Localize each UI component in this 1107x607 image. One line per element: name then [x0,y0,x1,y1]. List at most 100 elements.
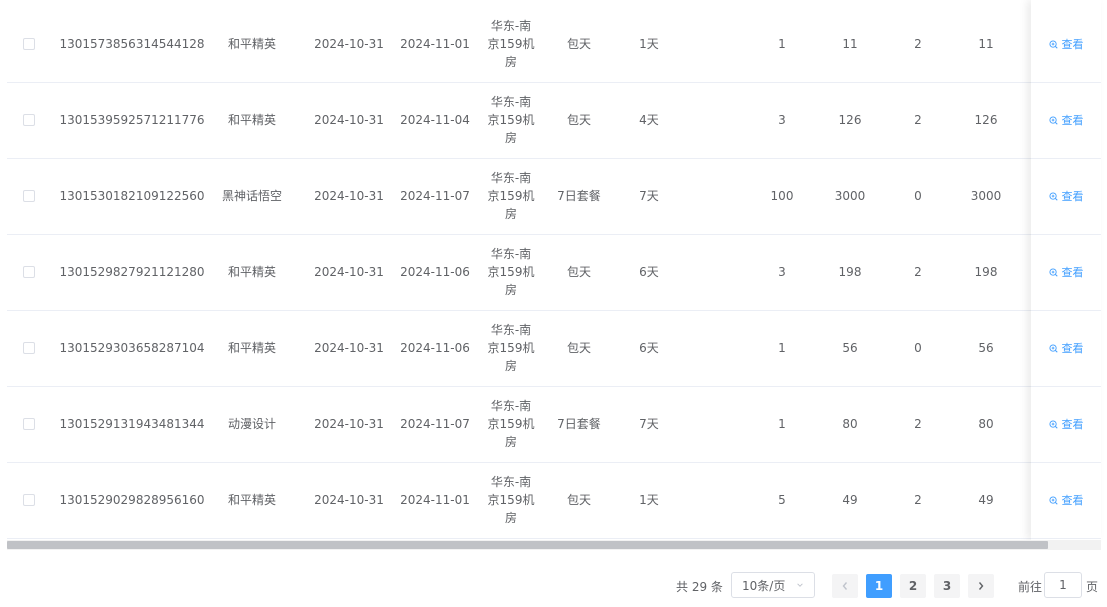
page-size-select[interactable]: 10条/页 [731,572,815,598]
zoom-in-icon [1048,343,1058,353]
page-button-1[interactable]: 1 [866,574,892,598]
row-checkbox[interactable] [23,114,35,126]
order-id-cell: 1301539592571211776 [59,113,205,127]
game-name-cell: 和平精英 [227,37,276,51]
room-text-line: 华东-南 [490,171,532,185]
package-cell: 包天 [566,113,591,127]
duration-cell: 6天 [639,341,659,355]
view-button[interactable]: 查看 [1048,112,1084,128]
discount-cell: 2 [914,37,922,51]
end-date-cell: 2024-11-01 [400,493,470,507]
row-checkbox-cell [19,234,39,310]
amount-cell: 56 [842,341,858,355]
game-name-cell: 动漫设计 [227,417,276,431]
end-date-cell: 2024-11-04 [400,113,470,127]
start-date-cell: 2024-10-31 [314,265,384,279]
view-button[interactable]: 查看 [1048,492,1084,508]
next-page-button[interactable] [968,574,994,598]
game-name-cell: 和平精英 [227,493,276,507]
view-button-label: 查看 [1061,114,1084,127]
zoom-in-icon [1048,495,1058,505]
page-button-3[interactable]: 3 [934,574,960,598]
view-button[interactable]: 查看 [1048,416,1084,432]
order-id-cell: 1301530182109122560 [59,189,205,203]
amount-cell: 49 [842,493,858,507]
row-checkbox[interactable] [23,190,35,202]
row-checkbox-cell [19,310,39,386]
horizontal-scrollbar[interactable] [7,540,1101,550]
row-checkbox[interactable] [23,418,35,430]
room-text-line: 华东-南 [490,475,532,489]
start-date-cell: 2024-10-31 [314,417,384,431]
row-checkbox[interactable] [23,266,35,278]
row-checkbox[interactable] [23,38,35,50]
amount-cell: 126 [838,113,862,127]
zoom-in-icon [1048,267,1058,277]
start-date-cell: 2024-10-31 [314,113,384,127]
start-date-cell: 2024-10-31 [314,37,384,51]
scrollbar-thumb[interactable] [7,541,1048,549]
duration-cell: 6天 [639,265,659,279]
goto-label: 前往 [1018,579,1043,594]
table-row: 1301573856314544128 和平精英 2024-10-31 2024-11… [7,6,1101,83]
package-cell: 包天 [566,493,591,507]
row-checkbox[interactable] [23,342,35,354]
view-button[interactable]: 查看 [1048,188,1084,204]
quantity-cell: 100 [770,189,794,203]
row-checkbox[interactable] [23,494,35,506]
start-date-cell: 2024-10-31 [314,189,384,203]
zoom-in-icon [1048,419,1058,429]
row-checkbox-cell [19,6,39,82]
room-cell: 华东-南 京159机房 [481,158,541,234]
action-cell: 查看 [1031,386,1101,463]
order-table: 1301573856314544128 和平精英 2024-10-31 2024-11… [7,0,1101,540]
quantity-cell: 3 [778,113,786,127]
start-date-cell: 2024-10-31 [314,493,384,507]
quantity-cell: 1 [778,341,786,355]
discount-cell: 2 [914,493,922,507]
total-cell: 80 [978,417,994,431]
page-button-2[interactable]: 2 [900,574,926,598]
room-text-line: 华东-南 [490,95,532,109]
view-button[interactable]: 查看 [1048,36,1084,52]
room-cell: 华东-南 京159机房 [481,82,541,158]
duration-cell: 7天 [639,189,659,203]
room-cell: 华东-南 京159机房 [481,386,541,462]
room-text-line: 京159机 [487,417,535,431]
room-cell: 华东-南 京159机房 [481,6,541,82]
room-text-line: 房 [504,207,517,221]
chevron-right-icon [978,582,984,590]
room-text-line: 华东-南 [490,323,532,337]
total-cell: 11 [978,37,994,51]
total-cell: 126 [974,113,998,127]
goto-page-input[interactable]: 1 [1044,572,1082,598]
action-cell: 查看 [1031,82,1101,159]
table-row: 1301530182109122560 黑神话悟空 2024-10-31 2024-1… [7,158,1101,235]
order-id-cell: 1301529303658287104 [59,341,205,355]
prev-page-button[interactable] [832,574,858,598]
room-text-line: 京159机 [487,341,535,355]
amount-cell: 80 [842,417,858,431]
room-text-line: 房 [504,435,517,449]
action-cell: 查看 [1031,310,1101,387]
row-checkbox-cell [19,82,39,158]
view-button[interactable]: 查看 [1048,340,1084,356]
actions-column: 查看 查看 查看 查看 查看 查看 查看 [1031,0,1101,540]
action-cell: 查看 [1031,234,1101,311]
row-checkbox-cell [19,462,39,538]
room-text-line: 房 [504,359,517,373]
quantity-cell: 3 [778,265,786,279]
table-row: 1301529029828956160 和平精英 2024-10-31 2024-11… [7,462,1101,539]
room-text-line: 京159机 [487,113,535,127]
view-button-label: 查看 [1061,190,1084,203]
duration-cell: 1天 [639,37,659,51]
room-text-line: 房 [504,283,517,297]
package-cell: 7日套餐 [557,189,601,203]
total-cell: 49 [978,493,994,507]
amount-cell: 11 [842,37,858,51]
total-cell: 56 [978,341,994,355]
discount-cell: 2 [914,417,922,431]
view-button[interactable]: 查看 [1048,264,1084,280]
zoom-in-icon [1048,39,1058,49]
amount-cell: 3000 [834,189,866,203]
